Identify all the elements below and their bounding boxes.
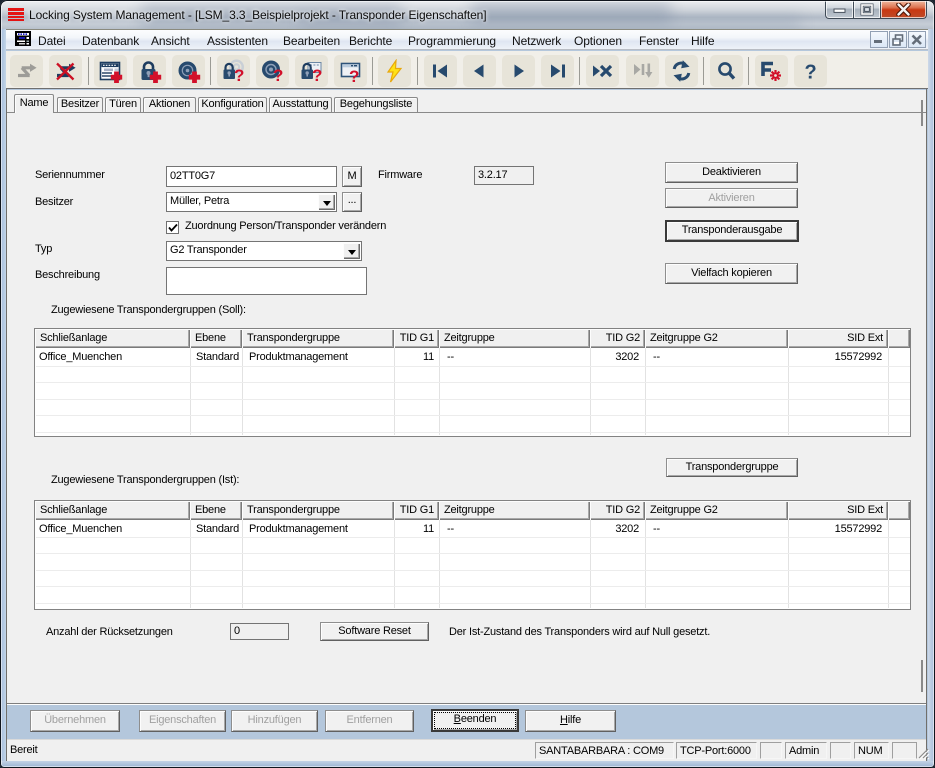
svg-text:?: ? [349, 67, 359, 84]
svg-text:?: ? [234, 66, 244, 84]
svg-text:?: ? [312, 66, 322, 84]
svg-text:?: ? [805, 62, 817, 84]
svg-text:?: ? [273, 66, 283, 84]
